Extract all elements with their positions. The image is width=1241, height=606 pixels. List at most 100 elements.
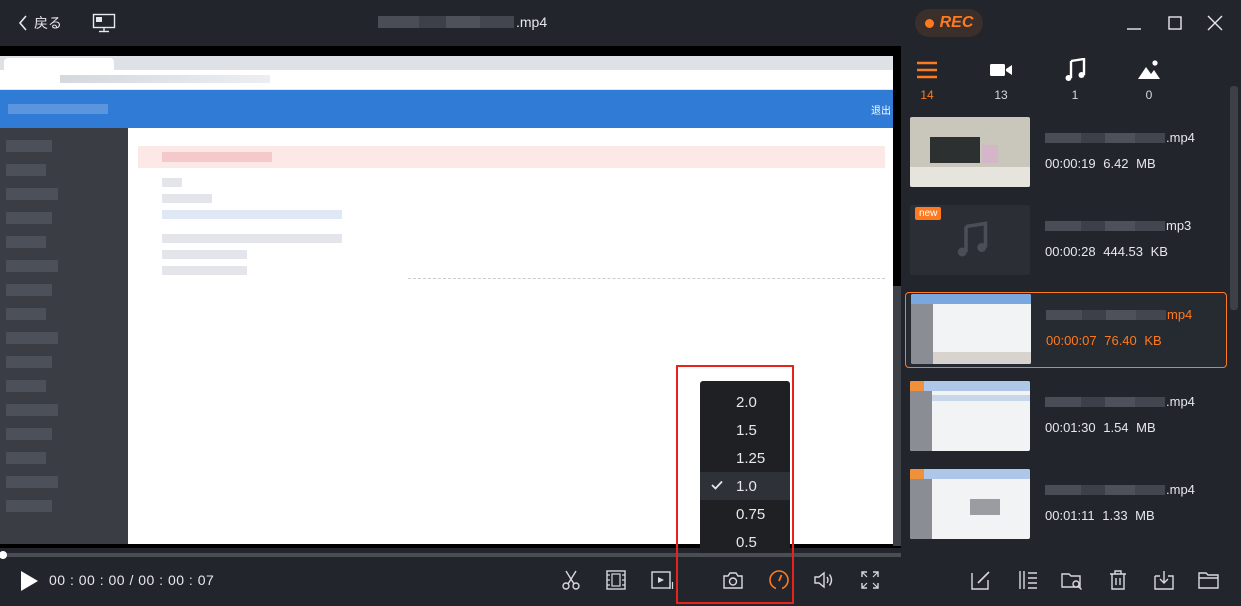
folder-search-icon[interactable] [1060,568,1084,592]
file-size: 6.42 MB [1103,156,1156,171]
file-extension: .mp4 [1166,130,1195,145]
blurred-menu-item [6,260,58,272]
time-readout: 00 : 00 : 00 / 00 : 00 : 07 [49,572,215,588]
file-extension: mp4 [1167,307,1193,322]
file-name: .mp4 [1045,394,1195,409]
recordings-list: .mp4 00:00:19 6.42 MB new mp3 00:00:28 4… [901,114,1241,554]
speed-option-label: 0.75 [736,505,766,523]
play-icon[interactable] [18,570,40,592]
player-controls: 00 : 00 : 00 / 00 : 00 : 07 [0,558,901,606]
video-thumbnail [910,381,1030,451]
file-name: .mp4 [1045,482,1195,497]
video-thumbnail [910,469,1030,539]
trash-icon[interactable] [1106,568,1130,592]
recording-item[interactable]: new mp3 00:00:28 444.53 KB [905,204,1227,280]
blurred-menu-item [6,164,46,176]
dashed-divider [408,278,885,279]
file-size: 444.53 KB [1103,244,1168,259]
recording-item[interactable]: .mp4 00:00:19 6.42 MB [905,116,1227,192]
file-duration: 00:00:07 [1046,333,1097,348]
blurred-menu-item [6,500,52,512]
music-note-icon [957,221,988,257]
speed-option-label: 1.5 [736,421,757,439]
speed-option-0-5[interactable]: 0.5 [700,528,790,556]
new-badge: new [915,207,942,220]
camera-snapshot-icon[interactable] [721,568,745,592]
blurred-menu-item [6,356,52,368]
blurred-filename [1046,309,1166,320]
recording-item[interactable]: .mp4 00:01:11 1.33 MB [905,468,1227,544]
back-button[interactable]: 戻る [18,12,62,34]
folder-icon[interactable] [1197,568,1221,592]
file-duration: 00:01:11 [1045,508,1095,523]
video-play-icon[interactable] [650,568,674,592]
blurred-filename [378,16,514,28]
file-extension: .mp4 [1166,482,1195,497]
blurred-text-line [162,194,212,203]
recording-item-selected[interactable]: mp4 00:00:07 76.40 KB [905,292,1227,368]
file-size: 76.40 KB [1104,333,1162,348]
export-icon[interactable] [1152,568,1176,592]
rec-button[interactable]: REC [915,9,983,37]
file-meta: 00:00:19 6.42 MB [1045,156,1156,171]
list-scrollbar[interactable] [1230,86,1238,310]
rec-label: REC [939,14,974,31]
blurred-text-line [162,250,247,259]
recording-item[interactable]: .mp4 00:01:30 1.54 MB [905,380,1227,456]
speed-gauge-icon[interactable] [767,568,791,592]
speed-option-1-25[interactable]: 1.25 [700,444,790,472]
browser-tab-strip [0,56,893,70]
volume-icon[interactable] [812,568,836,592]
fullscreen-icon[interactable] [858,568,882,592]
blurred-text-line [162,266,247,275]
blurred-filename [1045,220,1165,231]
record-dot-icon [924,18,934,28]
audio-thumbnail: new [910,205,1030,275]
speed-option-1-5[interactable]: 1.5 [700,416,790,444]
speed-option-label: 2.0 [736,393,757,411]
sort-list-icon[interactable] [1015,568,1039,592]
file-duration: 00:01:30 [1045,420,1096,435]
crop-frame-icon[interactable] [604,568,628,592]
maximize-icon[interactable] [1165,13,1185,33]
web-page-sidebar [0,128,128,544]
close-icon[interactable] [1205,13,1225,33]
edit-icon[interactable] [969,568,993,592]
blurred-alert-banner [138,146,885,168]
speed-option-2-0[interactable]: 2.0 [700,388,790,416]
monitor-icon[interactable] [92,13,116,33]
category-all[interactable]: 14 [907,58,947,102]
seek-bar[interactable] [0,551,901,559]
list-icon [917,61,937,79]
web-page-header: 退出 [0,90,893,128]
blurred-alert-text [162,152,272,162]
chevron-left-icon [18,15,27,31]
file-size: 1.33 MB [1102,508,1155,523]
category-images[interactable]: 0 [1129,58,1169,102]
blurred-filename [1045,396,1165,407]
category-video[interactable]: 13 [981,58,1021,102]
blurred-url [60,75,270,83]
category-audio[interactable]: 1 [1055,58,1095,102]
video-thumbnail [910,117,1030,187]
scissors-icon[interactable] [559,568,583,592]
blurred-menu-item [6,404,58,416]
category-count: 0 [1145,88,1153,102]
video-file-title: .mp4 [378,14,547,30]
image-icon [1138,60,1160,79]
file-extension: .mp4 [516,14,548,30]
speed-option-1-0[interactable]: 1.0 [700,472,790,500]
file-name: .mp4 [1045,130,1195,145]
minimize-icon[interactable] [1124,13,1144,33]
video-icon [990,64,1012,76]
file-duration: 00:00:19 [1045,156,1096,171]
blurred-menu-item [6,212,52,224]
speed-option-0-75[interactable]: 0.75 [700,500,790,528]
playback-speed-menu: 2.0 1.5 1.25 1.0 0.75 0.5 [700,381,790,556]
blurred-menu-item [6,188,58,200]
video-side-bar [893,286,901,546]
file-name: mp3 [1045,218,1191,233]
speed-option-label: 0.5 [736,533,757,551]
logout-link: 退出 [871,106,891,117]
blurred-filename [1045,132,1165,143]
